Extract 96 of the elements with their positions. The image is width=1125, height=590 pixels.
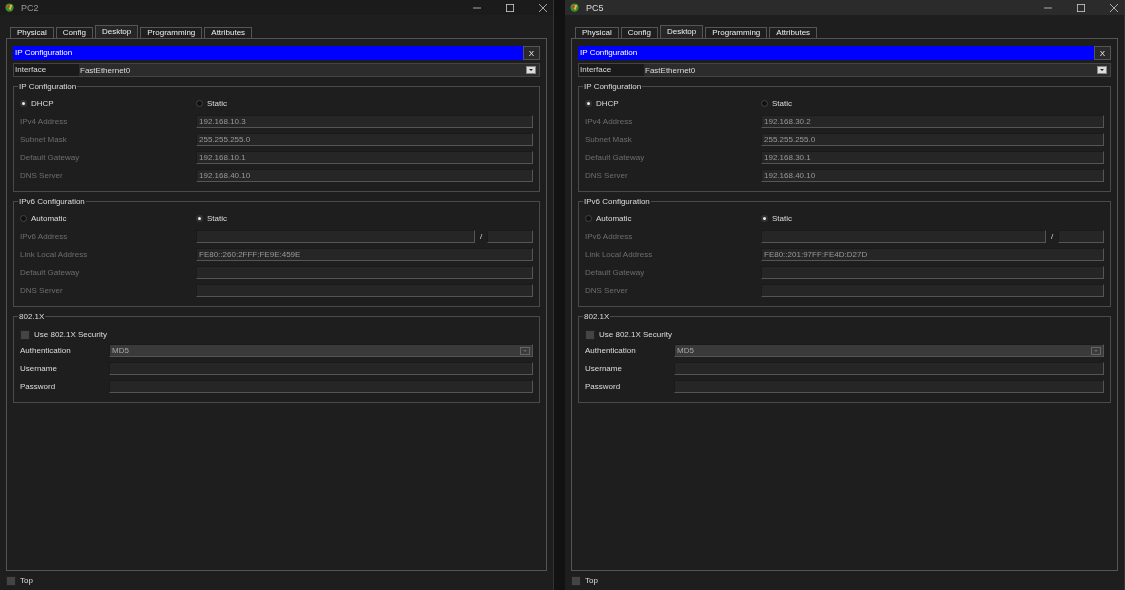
- text-field[interactable]: [761, 284, 1104, 297]
- field-label: IPv6 Address: [585, 232, 634, 241]
- radio-label: Static: [207, 214, 227, 223]
- window-title: PC2: [21, 2, 39, 13]
- app-icon: [4, 2, 15, 13]
- interface-dropdown[interactable]: FastEthernet0: [644, 64, 1110, 76]
- radio-button[interactable]: [196, 215, 203, 222]
- radio-button[interactable]: [585, 100, 592, 107]
- prefix-separator: /: [1049, 232, 1055, 241]
- field-label: Subnet Mask: [20, 135, 68, 144]
- checkbox[interactable]: [585, 329, 595, 340]
- field-label: Username: [585, 364, 623, 373]
- tab[interactable]: Physical: [10, 27, 54, 38]
- checkbox[interactable]: [20, 329, 30, 340]
- text-field[interactable]: [196, 266, 533, 279]
- tab[interactable]: Desktop: [659, 25, 704, 38]
- field-label: Password: [20, 382, 57, 391]
- tab[interactable]: Attributes: [769, 27, 818, 38]
- radio-label: Static: [772, 99, 792, 108]
- field-label: Interface: [579, 64, 613, 76]
- group-title: IPv6 Configuration: [18, 197, 86, 206]
- field-label: Interface: [14, 64, 48, 76]
- tab[interactable]: Programming: [140, 27, 203, 38]
- maximize-icon[interactable]: [1077, 3, 1085, 12]
- prefix-field[interactable]: [1058, 230, 1104, 243]
- prefix-field[interactable]: [487, 230, 533, 243]
- tab[interactable]: Config: [620, 27, 658, 38]
- text-field[interactable]: [761, 230, 1046, 243]
- field-label: Default Gateway: [585, 268, 646, 277]
- field-label: DNS Server: [585, 286, 629, 295]
- panel-title: IP Configuration: [13, 46, 523, 60]
- field-label: Username: [20, 364, 58, 373]
- field-label: DNS Server: [585, 171, 629, 180]
- group-title: 802.1X: [583, 312, 611, 321]
- text-field[interactable]: [674, 362, 1104, 375]
- field-label: IPv6 Address: [20, 232, 69, 241]
- app-icon: [569, 2, 580, 13]
- field-label: IPv4 Address: [585, 117, 634, 126]
- checkbox-label: Use 802.1X Security: [599, 330, 672, 339]
- field-label: IPv4 Address: [20, 117, 69, 126]
- field-label: Default Gateway: [20, 268, 81, 277]
- tab[interactable]: Attributes: [204, 27, 253, 38]
- text-field[interactable]: [109, 362, 533, 375]
- field-label: Password: [585, 382, 622, 391]
- radio-label: Static: [207, 99, 227, 108]
- text-field[interactable]: [761, 266, 1104, 279]
- tab[interactable]: Desktop: [94, 25, 139, 38]
- prefix-separator: /: [478, 232, 484, 241]
- radio-button[interactable]: [196, 100, 203, 107]
- text-field[interactable]: [674, 380, 1104, 393]
- checkbox[interactable]: [6, 575, 16, 586]
- close-icon[interactable]: [1110, 3, 1118, 12]
- field-label: DNS Server: [20, 286, 64, 295]
- checkbox-label: Use 802.1X Security: [34, 330, 107, 339]
- dropdown-icon: [1097, 66, 1107, 74]
- close-icon[interactable]: [539, 3, 547, 12]
- text-field[interactable]: [109, 380, 533, 393]
- radio-button[interactable]: [20, 100, 27, 107]
- radio-label: Automatic: [31, 214, 67, 223]
- field-label: Authentication: [585, 346, 637, 355]
- radio-label: Automatic: [596, 214, 632, 223]
- field-label: Default Gateway: [585, 153, 646, 162]
- radio-button[interactable]: [761, 215, 768, 222]
- field-label: DNS Server: [20, 171, 64, 180]
- text-field[interactable]: [196, 284, 533, 297]
- window-title: PC5: [586, 2, 604, 13]
- group-title: IP Configuration: [18, 82, 78, 91]
- group-title: 802.1X: [18, 312, 46, 321]
- interface-dropdown[interactable]: FastEthernet0: [79, 64, 539, 76]
- radio-label: DHCP: [31, 99, 54, 108]
- tab[interactable]: Config: [55, 27, 93, 38]
- close-button[interactable]: X: [523, 46, 540, 60]
- panel-title: IP Configuration: [578, 46, 1094, 60]
- field-label: Authentication: [20, 346, 72, 355]
- checkbox[interactable]: [571, 575, 581, 586]
- dropdown-icon: [526, 66, 536, 74]
- close-button[interactable]: X: [1094, 46, 1111, 60]
- radio-label: DHCP: [596, 99, 619, 108]
- dropdown-icon: [1091, 346, 1101, 355]
- radio-label: Static: [772, 214, 792, 223]
- field-label: Default Gateway: [20, 153, 81, 162]
- checkbox-label: Top: [20, 576, 33, 585]
- field-label: Link Local Address: [585, 250, 654, 259]
- maximize-icon[interactable]: [506, 3, 514, 12]
- group-title: IPv6 Configuration: [583, 197, 651, 206]
- dropdown-icon: [520, 346, 530, 355]
- field-label: Subnet Mask: [585, 135, 633, 144]
- text-field[interactable]: [196, 230, 475, 243]
- radio-button[interactable]: [761, 100, 768, 107]
- radio-button[interactable]: [20, 215, 27, 222]
- radio-button[interactable]: [585, 215, 592, 222]
- tab[interactable]: Programming: [705, 27, 768, 38]
- tab[interactable]: Physical: [575, 27, 619, 38]
- group-title: IP Configuration: [583, 82, 643, 91]
- checkbox-label: Top: [585, 576, 598, 585]
- field-label: Link Local Address: [20, 250, 89, 259]
